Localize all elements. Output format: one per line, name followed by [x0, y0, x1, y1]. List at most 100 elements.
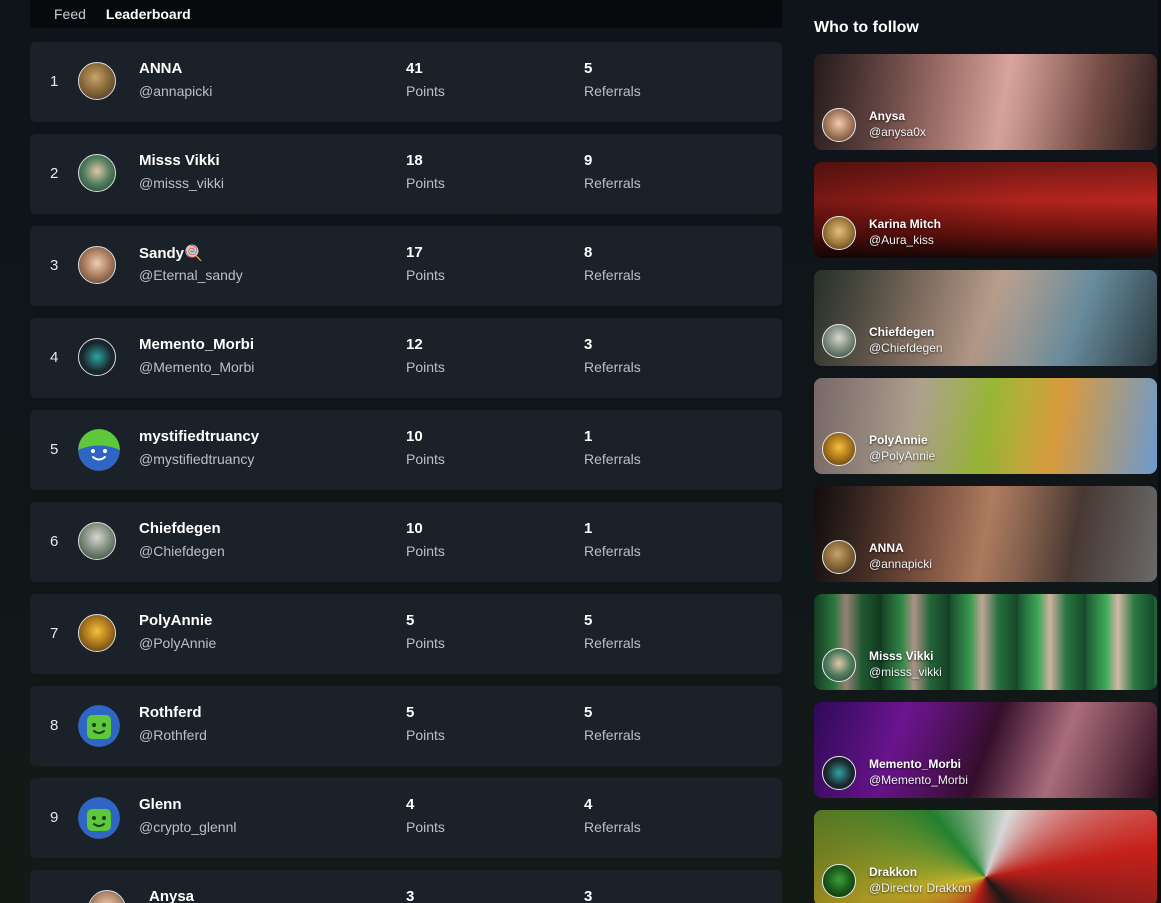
- user-handle[interactable]: @mystifiedtruancy: [139, 451, 254, 467]
- leaderboard-row[interactable]: 6 Chiefdegen @Chiefdegen 10 Points 1 Ref…: [30, 502, 782, 582]
- points-label: Points: [406, 727, 445, 743]
- user-handle[interactable]: @Memento_Morbi: [139, 359, 254, 375]
- user-name[interactable]: mystifiedtruancy: [139, 428, 259, 445]
- avatar[interactable]: [78, 246, 116, 284]
- leaderboard-row[interactable]: 4 Memento_Morbi @Memento_Morbi 12 Points…: [30, 318, 782, 398]
- points-value: 10: [406, 520, 423, 537]
- referrals-label: Referrals: [584, 267, 641, 283]
- tab-leaderboard[interactable]: Leaderboard: [106, 3, 191, 25]
- leaderboard-row[interactable]: 3 Sandy🍭 @Eternal_sandy 17 Points 8 Refe…: [30, 226, 782, 306]
- user-handle[interactable]: @Chiefdegen: [139, 543, 225, 559]
- avatar[interactable]: [822, 864, 856, 898]
- user-name[interactable]: Sandy🍭: [139, 244, 203, 262]
- card-user-name[interactable]: Memento_Morbi: [869, 757, 961, 771]
- user-name[interactable]: Misss Vikki: [139, 152, 220, 169]
- avatar[interactable]: [88, 890, 126, 903]
- leaderboard-row[interactable]: 1 ANNA @annapicki 41 Points 5 Referrals: [30, 42, 782, 122]
- points-value: 4: [406, 796, 415, 813]
- points-value: 5: [406, 704, 415, 721]
- follow-card[interactable]: Anysa @anysa0x: [814, 54, 1157, 150]
- avatar[interactable]: [822, 216, 856, 250]
- follow-card[interactable]: PolyAnnie @PolyAnnie: [814, 378, 1157, 474]
- user-handle[interactable]: @Rothferd: [139, 727, 207, 743]
- user-name[interactable]: ANNA: [139, 60, 182, 77]
- avatar[interactable]: [822, 432, 856, 466]
- follow-card[interactable]: Chiefdegen @Chiefdegen: [814, 270, 1157, 366]
- card-user-name[interactable]: Karina Mitch: [869, 217, 941, 231]
- referrals-value: 5: [584, 704, 593, 721]
- card-user-handle[interactable]: @Director Drakkon: [869, 881, 971, 895]
- user-handle[interactable]: @annapicki: [139, 83, 212, 99]
- follow-card[interactable]: Memento_Morbi @Memento_Morbi: [814, 702, 1157, 798]
- avatar[interactable]: [78, 154, 116, 192]
- referrals-value: 1: [584, 428, 593, 445]
- follow-card[interactable]: Misss Vikki @misss_vikki: [814, 594, 1157, 690]
- card-user-name[interactable]: Drakkon: [869, 865, 917, 879]
- avatar[interactable]: [822, 648, 856, 682]
- avatar[interactable]: [78, 62, 116, 100]
- avatar[interactable]: [78, 338, 116, 376]
- card-user-name[interactable]: Misss Vikki: [869, 649, 934, 663]
- card-user-name[interactable]: Anysa: [869, 109, 905, 123]
- card-user-handle[interactable]: @PolyAnnie: [869, 449, 935, 463]
- card-user-name[interactable]: Chiefdegen: [869, 325, 934, 339]
- leaderboard-list: 1 ANNA @annapicki 41 Points 5 Referrals …: [30, 42, 782, 903]
- user-name[interactable]: Rothferd: [139, 704, 202, 721]
- referrals-label: Referrals: [584, 451, 641, 467]
- follow-card[interactable]: ANNA @annapicki: [814, 486, 1157, 582]
- referrals-label: Referrals: [584, 83, 641, 99]
- tab-bar: Feed Leaderboard: [30, 0, 782, 28]
- leaderboard-row[interactable]: 8 Rothferd @Rothferd 5 Points 5 Referral…: [30, 686, 782, 766]
- tab-feed[interactable]: Feed: [54, 3, 86, 25]
- leaderboard-row[interactable]: 9 Glenn @crypto_glennl 4 Points 4 Referr…: [30, 778, 782, 858]
- referrals-label: Referrals: [584, 635, 641, 651]
- user-handle[interactable]: @PolyAnnie: [139, 635, 216, 651]
- card-user-handle[interactable]: @Aura_kiss: [869, 233, 934, 247]
- follow-card[interactable]: Drakkon @Director Drakkon: [814, 810, 1157, 903]
- card-user-handle[interactable]: @anysa0x: [869, 125, 926, 139]
- points-label: Points: [406, 451, 445, 467]
- user-handle[interactable]: @Eternal_sandy: [139, 267, 243, 283]
- avatar[interactable]: [78, 522, 116, 560]
- card-user-handle[interactable]: @misss_vikki: [869, 665, 942, 679]
- points-label: Points: [406, 175, 445, 191]
- avatar[interactable]: [822, 324, 856, 358]
- follow-card[interactable]: Karina Mitch @Aura_kiss: [814, 162, 1157, 258]
- avatar[interactable]: [78, 797, 120, 839]
- card-user-handle[interactable]: @annapicki: [869, 557, 932, 571]
- leaderboard-row[interactable]: 5 mystifiedtruancy @mystifiedtruancy 10 …: [30, 410, 782, 490]
- avatar[interactable]: [78, 429, 120, 471]
- points-value: 41: [406, 60, 423, 77]
- smiley-avatar-icon: [78, 429, 120, 471]
- avatar[interactable]: [78, 614, 116, 652]
- user-handle[interactable]: @crypto_glennl: [139, 819, 237, 835]
- card-user-handle[interactable]: @Chiefdegen: [869, 341, 943, 355]
- card-user-name[interactable]: PolyAnnie: [869, 433, 928, 447]
- points-label: Points: [406, 83, 445, 99]
- points-value: 17: [406, 244, 423, 261]
- rank-number: 7: [50, 625, 59, 642]
- avatar[interactable]: [822, 108, 856, 142]
- user-name[interactable]: Chiefdegen: [139, 520, 221, 537]
- points-value: 5: [406, 612, 415, 629]
- user-handle[interactable]: @misss_vikki: [139, 175, 224, 191]
- user-name[interactable]: Anysa: [149, 888, 194, 903]
- card-user-handle[interactable]: @Memento_Morbi: [869, 773, 968, 787]
- avatar[interactable]: [822, 540, 856, 574]
- points-value: 12: [406, 336, 423, 353]
- user-name[interactable]: PolyAnnie: [139, 612, 212, 629]
- card-user-name[interactable]: ANNA: [869, 541, 904, 555]
- rank-number: 9: [50, 809, 59, 826]
- user-name[interactable]: Memento_Morbi: [139, 336, 254, 353]
- leaderboard-row[interactable]: 2 Misss Vikki @misss_vikki 18 Points 9 R…: [30, 134, 782, 214]
- avatar[interactable]: [78, 705, 120, 747]
- points-value: 10: [406, 428, 423, 445]
- leaderboard-row[interactable]: 7 PolyAnnie @PolyAnnie 5 Points 5 Referr…: [30, 594, 782, 674]
- leaderboard-row[interactable]: Anysa 3 3: [30, 870, 782, 903]
- user-name[interactable]: Glenn: [139, 796, 182, 813]
- points-label: Points: [406, 543, 445, 559]
- rank-number: 1: [50, 73, 59, 90]
- avatar[interactable]: [822, 756, 856, 790]
- rank-number: 5: [50, 441, 59, 458]
- referrals-label: Referrals: [584, 359, 641, 375]
